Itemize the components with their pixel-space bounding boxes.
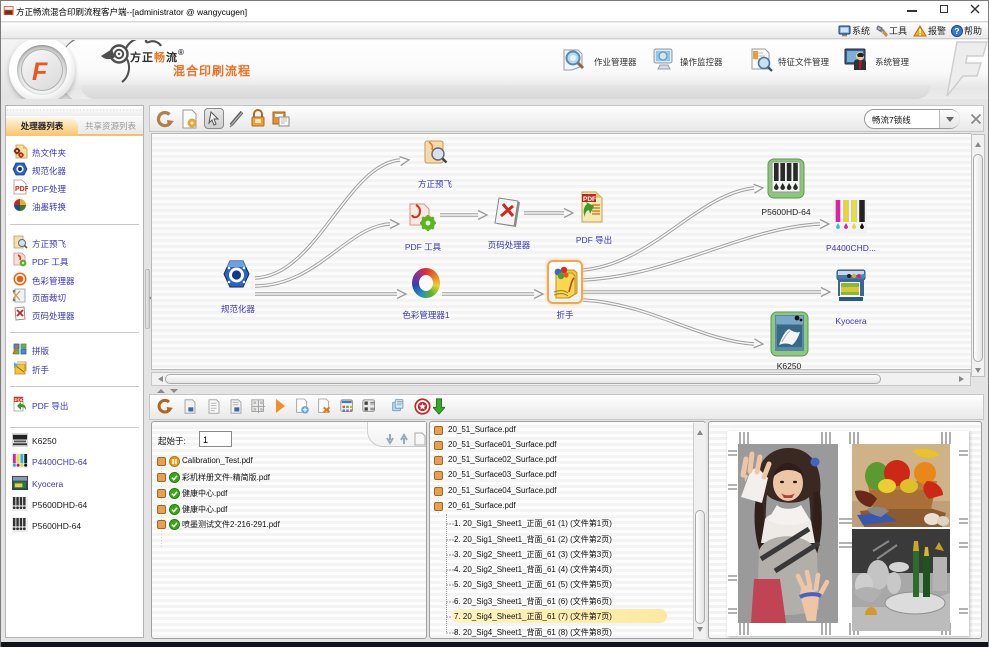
svg-text:PDF: PDF xyxy=(583,196,596,203)
svg-text:PDF: PDF xyxy=(15,397,24,402)
svg-text:?: ? xyxy=(954,26,959,36)
svg-text:PDF: PDF xyxy=(15,186,28,193)
